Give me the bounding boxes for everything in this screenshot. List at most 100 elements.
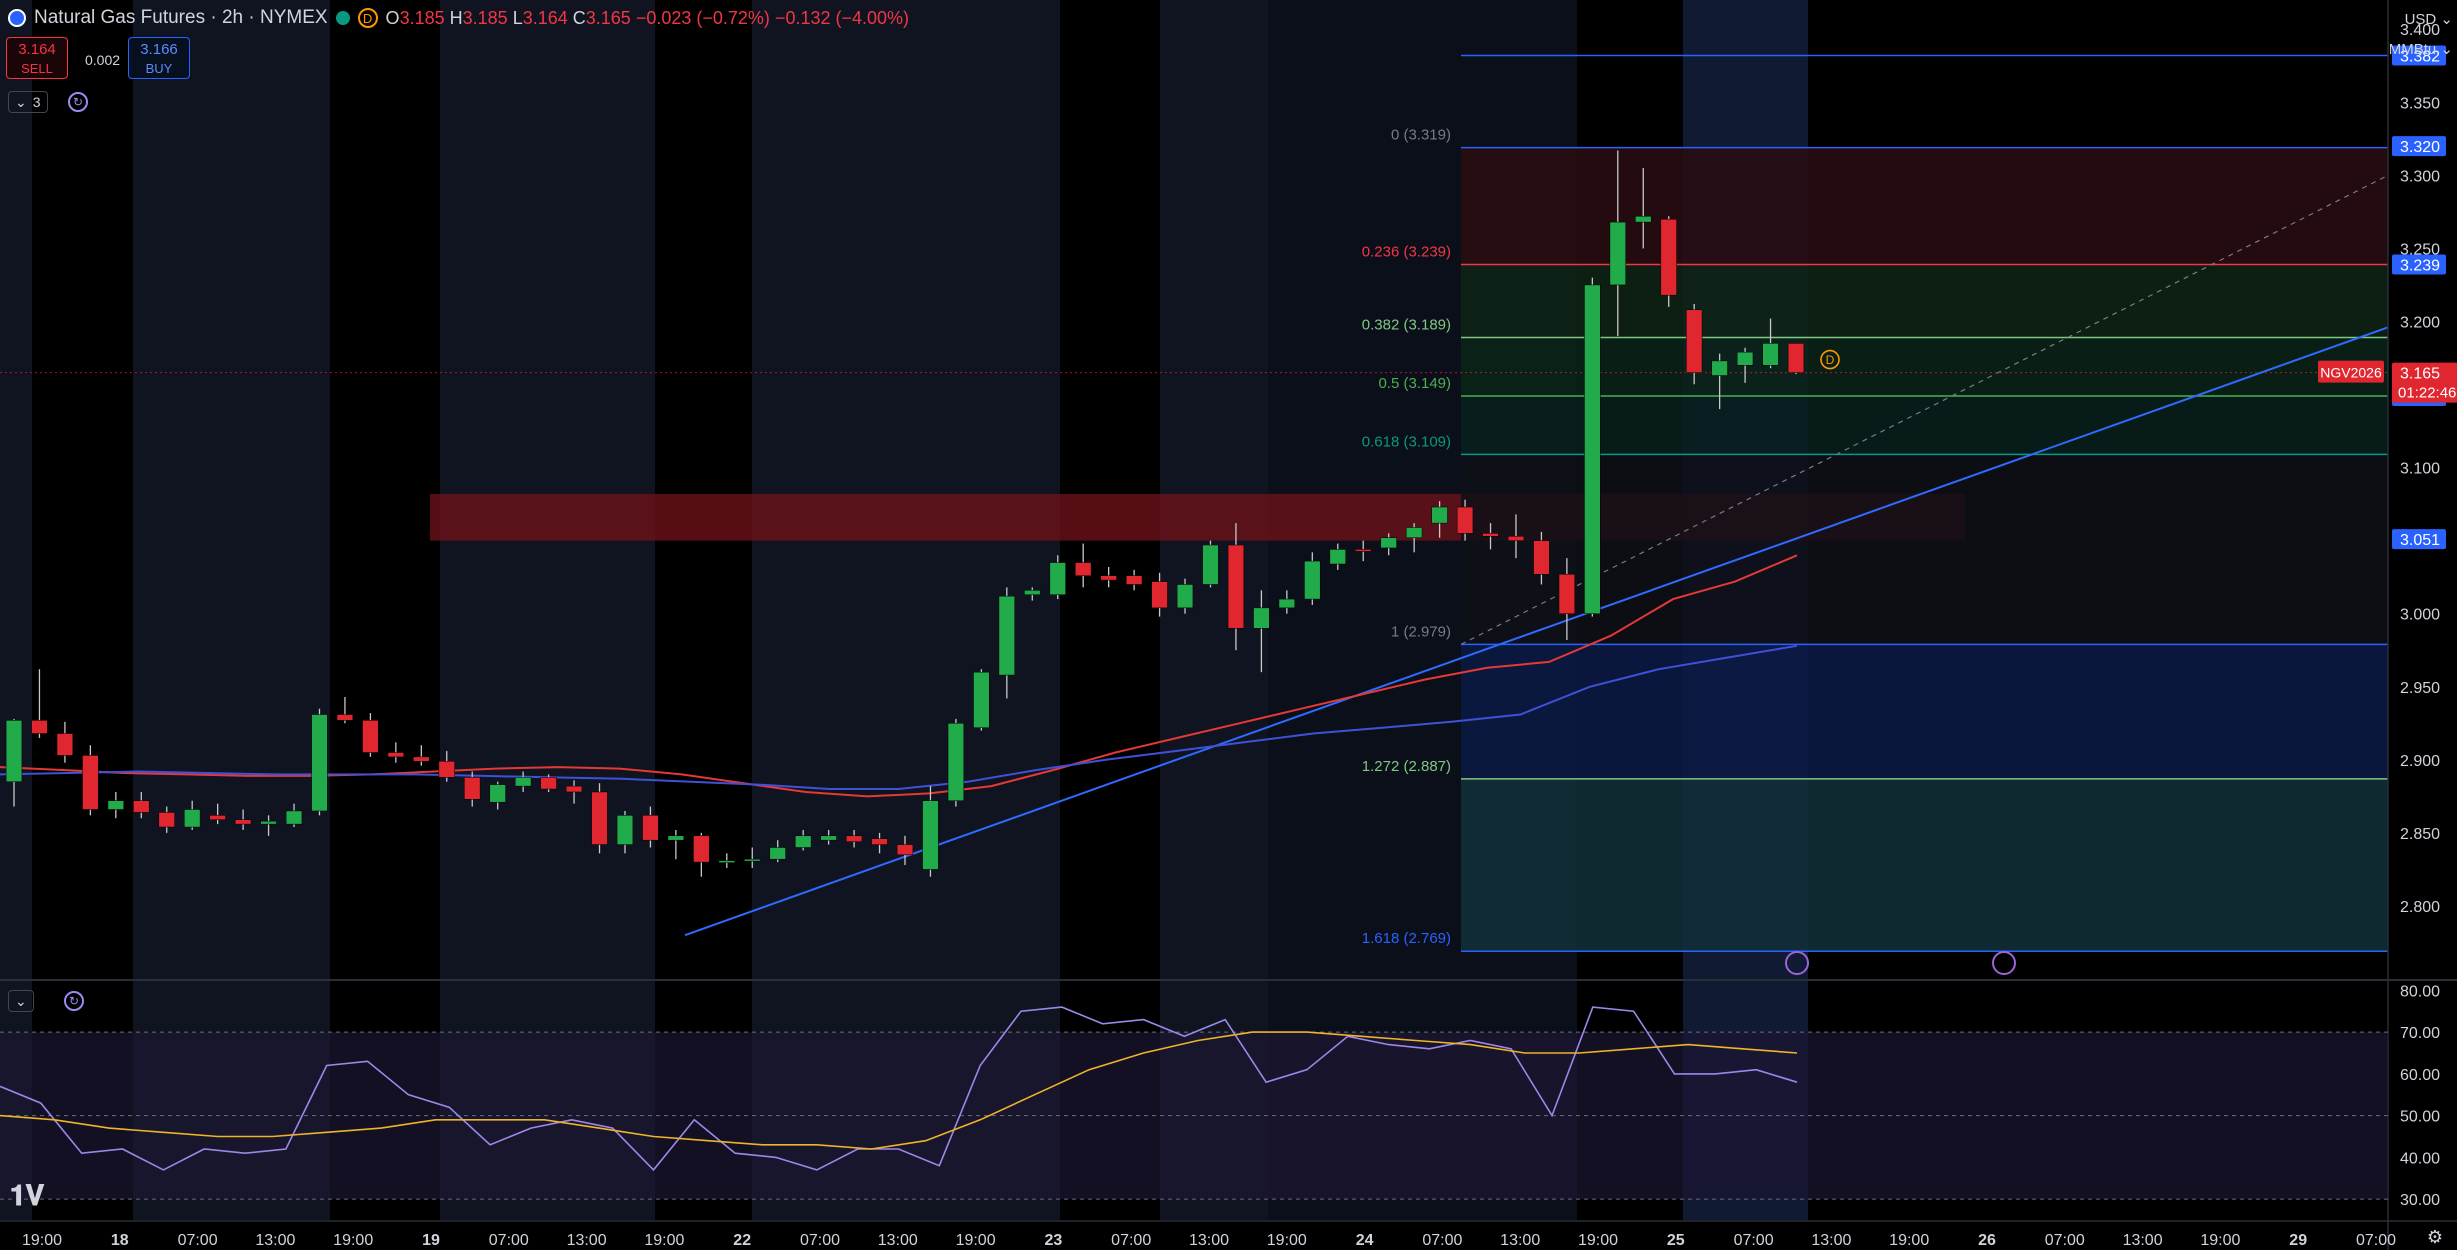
candle-body[interactable] [1762,343,1779,366]
buy-button[interactable]: 3.166 BUY [128,37,190,79]
candle-body[interactable] [133,800,150,813]
candle-body[interactable] [209,815,226,820]
candle-body[interactable] [642,815,659,841]
candle-body[interactable] [1431,506,1448,524]
candle-body[interactable] [413,756,430,762]
candle-body[interactable] [591,791,608,845]
chart-canvas: 0 (3.319) 0.236 (3.239) 0.382 (3.189) 0.5 (… [0,0,2457,1250]
candle-body[interactable] [1584,284,1601,614]
candle-body[interactable] [744,858,761,862]
candle-body[interactable] [1635,216,1652,223]
candle-body[interactable] [718,860,735,863]
rsi-collapse-button[interactable]: ⌄ [8,990,34,1012]
candle-body[interactable] [107,800,124,810]
candle-body[interactable] [362,720,379,753]
unit-selector[interactable]: MMBtu ⌄ [2389,40,2453,58]
candle-body[interactable] [998,595,1015,676]
price-tag-label: 3.051 [2400,532,2440,549]
candle-body[interactable] [871,838,888,845]
candle-body[interactable] [1049,562,1066,595]
candle-body[interactable] [438,761,455,778]
price-tag-label: 3.239 [2400,257,2440,274]
candle-body[interactable] [158,812,175,828]
candle-body[interactable] [311,714,328,812]
candle-body[interactable] [540,777,557,790]
candle-body[interactable] [1125,575,1143,585]
candle-body[interactable] [1075,562,1092,576]
rsi-tick-label: 80.00 [2400,983,2440,1000]
candle-body[interactable] [1482,533,1499,537]
time-tick-label: 24 [1356,1232,1374,1249]
dividend-marker-label: D [1826,353,1835,367]
candle-body[interactable] [820,835,837,841]
candle-body[interactable] [1380,537,1397,549]
candle-body[interactable] [1456,506,1474,534]
indicators-toggle-button[interactable]: ⌄ 3 [8,91,48,113]
candle-body[interactable] [1660,218,1677,296]
candle-body[interactable] [1278,598,1295,609]
candle-body[interactable] [489,784,506,803]
candle-body[interactable] [56,733,74,756]
time-tick-label: 19:00 [1578,1232,1618,1249]
candle-body[interactable] [1304,560,1321,600]
candle-body[interactable] [5,720,23,782]
symbol-title[interactable]: Natural Gas Futures · 2h · NYMEX [34,7,328,29]
gear-icon[interactable]: ⚙ [2427,1227,2443,1248]
candle-body[interactable] [387,752,404,758]
candle-body[interactable] [1176,584,1194,609]
candle-body[interactable] [1227,544,1245,629]
candle-body[interactable] [795,835,812,848]
candle-body[interactable] [1609,221,1626,286]
candle-body[interactable] [973,671,990,728]
time-tick-label: 13:00 [1189,1232,1229,1249]
candle-body[interactable] [1736,351,1754,366]
candle-body[interactable] [1558,573,1576,614]
candle-body[interactable] [845,835,863,842]
spread-value: 0.002 [85,52,121,68]
tradingview-logo[interactable]: 𝟏𝐕 [10,1180,44,1213]
candle-body[interactable] [1787,343,1805,373]
time-tick-label: 19:00 [1889,1232,1929,1249]
candle-body[interactable] [1253,607,1270,629]
candle-body[interactable] [336,714,354,721]
candle-body[interactable] [464,777,481,800]
candle-body[interactable] [1711,360,1728,376]
candle-body[interactable] [1100,575,1117,581]
refresh-icon[interactable]: ↻ [68,92,88,112]
candle-body[interactable] [1507,536,1525,541]
fib-level-label: 0.618 (3.109) [1362,433,1451,450]
candle-body[interactable] [896,844,914,856]
rsi-refresh-icon[interactable]: ↻ [64,991,84,1011]
candle-body[interactable] [1151,581,1168,609]
candle-body[interactable] [31,720,48,734]
price-tick-label: 3.350 [2400,95,2440,112]
candle-body[interactable] [234,819,252,825]
sell-button[interactable]: 3.164 SELL [6,37,68,79]
candle-body[interactable] [1533,540,1550,575]
dividend-badge[interactable]: D [357,8,378,28]
chevron-down-icon: ⌄ [2440,11,2453,28]
candle-body[interactable] [1202,544,1219,585]
time-tick-label: 07:00 [2045,1232,2085,1249]
candle-body[interactable] [693,835,710,863]
candle-body[interactable] [260,820,277,825]
candle-body[interactable] [947,723,965,801]
candle-body[interactable] [565,785,583,793]
time-tick-label: 19:00 [956,1232,996,1249]
candle-body[interactable] [82,755,99,810]
candle-body[interactable] [1406,527,1423,538]
currency-selector[interactable]: USD ⌄ [2405,10,2453,28]
candle-body[interactable] [1329,549,1346,565]
candle-body[interactable] [515,777,532,787]
candle-body[interactable] [667,835,685,841]
candle-body[interactable] [184,809,201,828]
candle-body[interactable] [1355,549,1372,552]
time-tick-label: 26 [1978,1232,1996,1249]
candle-body[interactable] [1686,309,1703,373]
candle-body[interactable] [1024,590,1041,595]
price-tick-label: 3.300 [2400,168,2440,185]
candle-body[interactable] [616,815,634,845]
candle-body[interactable] [769,847,786,860]
candle-body[interactable] [285,810,303,825]
candle-body[interactable] [922,800,939,870]
